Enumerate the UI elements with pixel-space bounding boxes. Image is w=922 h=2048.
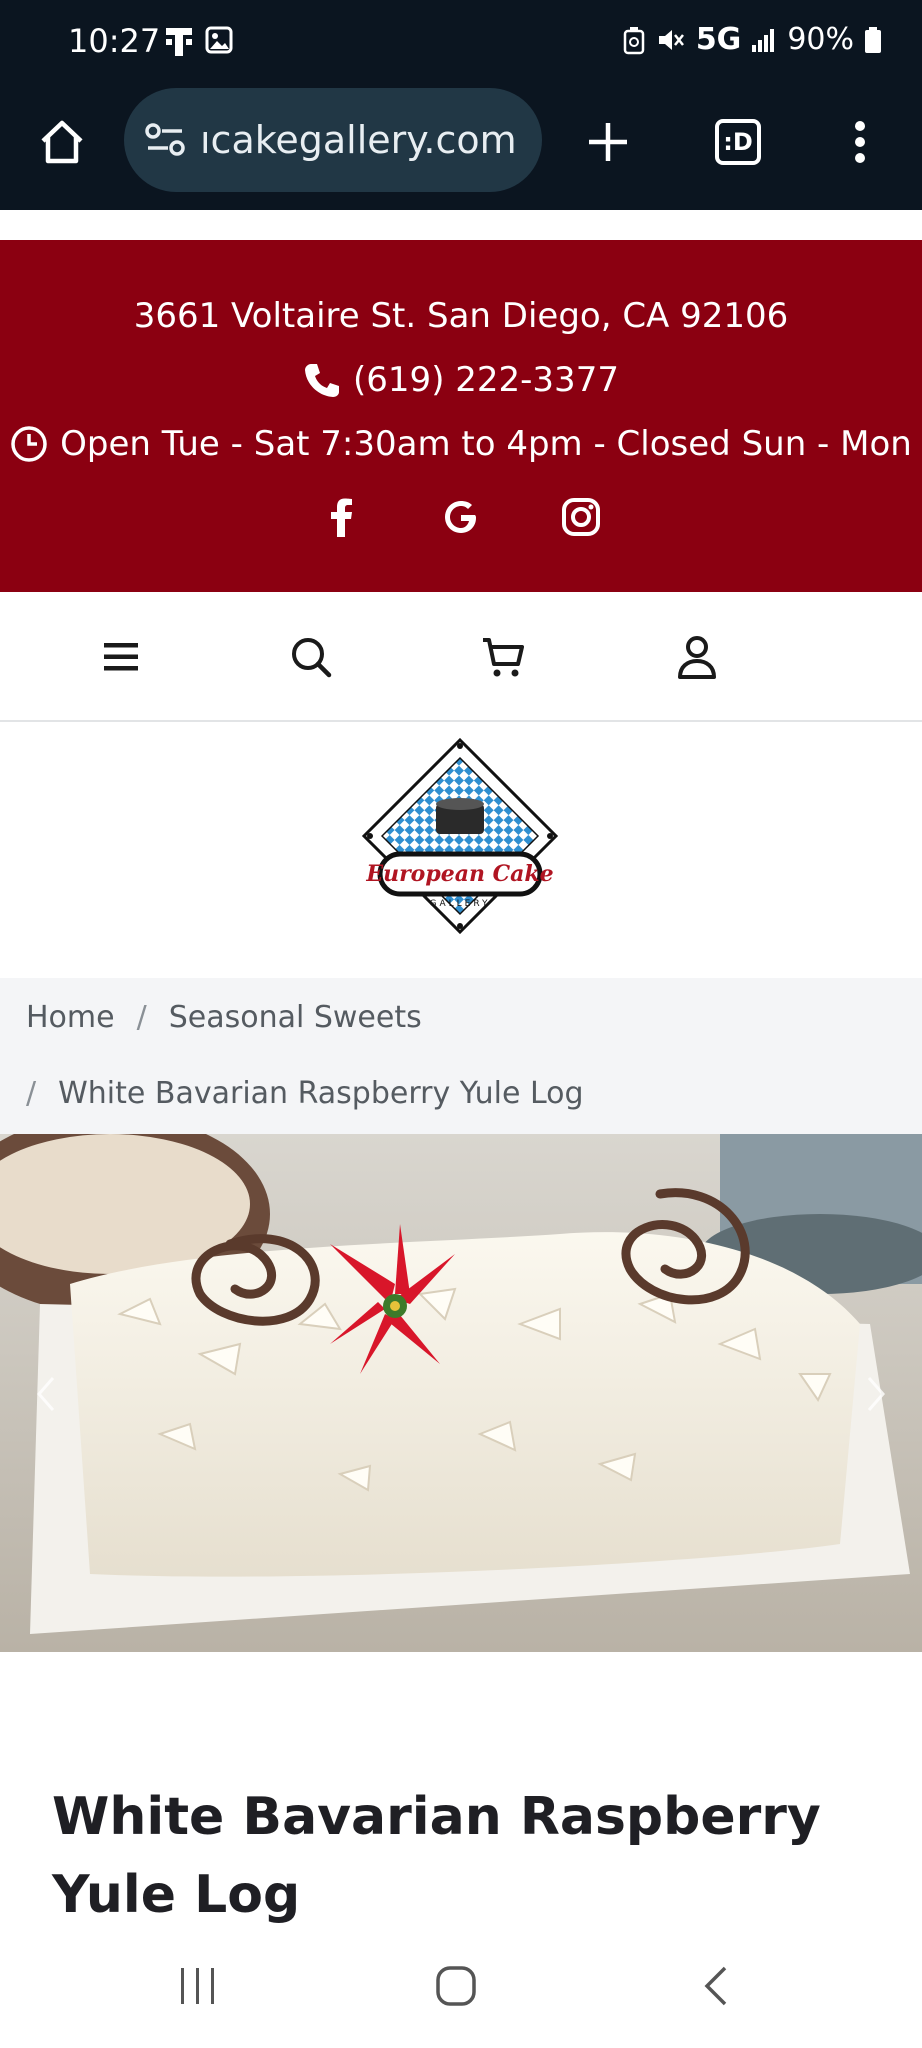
logo-name: European Cake [365,861,553,887]
mute-icon [658,29,684,50]
status-left-icons [164,24,234,58]
cart-icon [483,638,524,677]
google-icon [445,501,476,533]
address-line: 3661 Voltaire St. San Diego, CA 92106 [0,296,922,336]
status-right: 5G 90% [622,22,882,57]
menu-button[interactable] [96,632,146,682]
sync-icon [623,26,645,54]
tab-badge: :D [723,128,753,156]
home-button[interactable] [22,102,102,182]
carousel-prev-button[interactable] [24,1364,68,1424]
breadcrumb-row-2: / White Bavarian Raspberry Yule Log [26,1076,584,1111]
store-logo[interactable]: European Cake GALLERY [360,736,560,936]
product-title: White Bavarian Raspberry Yule Log [52,1787,821,1925]
recent-apps-icon [181,1968,214,2004]
chevron-right-icon [867,1377,885,1411]
search-button[interactable] [286,632,336,682]
site-nav-bar [0,592,922,722]
more-vertical-icon [855,121,865,163]
browser-menu-button[interactable] [820,102,900,182]
phone-line[interactable]: (619) 222-3377 [0,360,922,400]
google-link[interactable] [440,496,482,538]
breadcrumb-separator: / [26,1076,37,1111]
hours-line: Open Tue - Sat 7:30am to 4pm - Closed Su… [0,424,922,464]
facebook-icon [331,498,352,537]
new-tab-button[interactable] [568,102,648,182]
breadcrumb-current: White Bavarian Raspberry Yule Log [58,1076,584,1111]
back-icon [704,1966,727,2006]
signal-icon [752,28,775,52]
account-button[interactable] [672,632,722,682]
instagram-icon [562,498,600,536]
breadcrumb-row-1: Home / Seasonal Sweets [26,1000,422,1035]
address-text: 3661 Voltaire St. San Diego, CA 92106 [133,296,789,336]
facebook-link[interactable] [320,496,362,538]
product-title-section: White Bavarian Raspberry Yule Log [0,1652,922,1925]
battery-icon [865,26,881,53]
battery-percent: 90% [787,22,854,57]
logo-area: European Cake GALLERY [0,722,922,978]
user-icon [678,636,716,679]
back-button[interactable] [676,1954,756,2018]
logo-subtitle: GALLERY [429,899,490,909]
gallery-notification-icon [205,26,233,54]
carrier-icon [166,28,192,56]
breadcrumb-category-link[interactable]: Seasonal Sweets [169,1000,422,1035]
phone-icon [305,364,340,397]
hours-text: Open Tue - Sat 7:30am to 4pm - Closed Su… [60,424,912,464]
instagram-link[interactable] [560,496,602,538]
browser-toolbar: ıcakegallery.com :D [0,84,922,210]
status-time: 10:27 [68,22,161,60]
network-type: 5G [695,22,742,57]
product-photo [0,1134,922,1652]
product-image-carousel[interactable] [0,1134,922,1652]
chevron-left-icon [37,1377,55,1411]
phone-text[interactable]: (619) 222-3377 [353,360,619,400]
recent-apps-button[interactable] [158,1954,238,2018]
tab-switcher-button[interactable]: :D [698,102,778,182]
store-info-banner: 3661 Voltaire St. San Diego, CA 92106 (6… [0,240,922,592]
hamburger-icon [104,643,138,671]
home-circle-icon [436,1966,476,2006]
page-top-spacer [0,210,922,240]
social-links [0,496,922,538]
clock-icon [11,426,47,462]
status-bar: 10:27 5G 90% [0,0,922,84]
home-nav-button[interactable] [416,1954,496,2018]
tab-switcher-icon: :D [715,119,761,165]
breadcrumb: Home / Seasonal Sweets / White Bavarian … [0,978,922,1134]
system-navigation-bar [0,1924,922,2048]
url-text[interactable]: ıcakegallery.com [200,118,517,162]
breadcrumb-separator: / [136,1000,147,1035]
home-icon [41,120,83,164]
plus-icon [589,123,627,161]
search-icon [292,638,332,678]
cart-button[interactable] [478,632,528,682]
carousel-next-button[interactable] [854,1364,898,1424]
breadcrumb-home-link[interactable]: Home [26,1000,115,1035]
url-bar[interactable]: ıcakegallery.com [124,88,542,192]
site-settings-icon[interactable] [144,120,186,160]
